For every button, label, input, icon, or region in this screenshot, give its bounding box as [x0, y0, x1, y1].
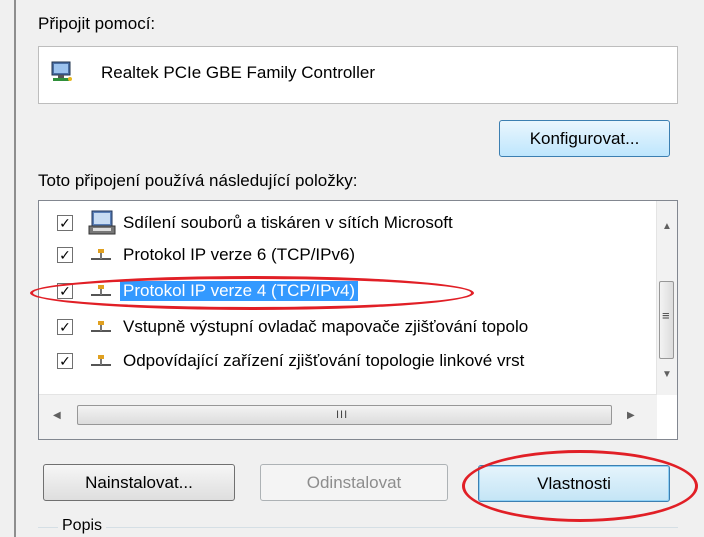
item-checkbox[interactable]: ✓	[57, 283, 73, 299]
item-label: Odpovídající zařízení zjišťování topolog…	[123, 351, 525, 370]
item-checkbox[interactable]: ✓	[57, 353, 73, 369]
network-protocol-icon	[91, 249, 111, 260]
list-item[interactable]: ✓ Vstupně výstupní ovladač mapovače zjiš…	[39, 311, 659, 343]
list-item-selected[interactable]: ✓ Protokol IP verze 4 (TCP/IPv4)	[39, 275, 659, 307]
network-adapter-icon	[51, 61, 72, 81]
uninstall-button[interactable]: Odinstalovat	[260, 464, 448, 501]
connect-using-label: Připojit pomocí:	[38, 14, 156, 33]
items-label: Toto připojení používá následující polož…	[38, 171, 358, 190]
item-label: Protokol IP verze 6 (TCP/IPv6)	[123, 245, 356, 264]
item-checkbox[interactable]: ✓	[57, 215, 73, 231]
description-group-label: Popis	[58, 517, 107, 535]
configure-button[interactable]: Konfigurovat...	[499, 120, 670, 157]
file-printer-sharing-icon	[88, 210, 116, 235]
scroll-grip-icon: ≡	[662, 308, 671, 323]
list-item[interactable]: ✓ Odpovídající zařízení zjišťování topol…	[39, 345, 659, 377]
vertical-scroll-thumb[interactable]: ≡	[659, 281, 674, 359]
items-list[interactable]: ✓ Sdílení souborů a tiskáren v sítích Mi…	[38, 200, 678, 440]
network-protocol-icon	[91, 321, 111, 332]
network-protocol-icon	[91, 285, 111, 296]
item-checkbox[interactable]: ✓	[57, 247, 73, 263]
description-group-border	[38, 527, 678, 528]
scroll-up-icon[interactable]: ▲	[662, 221, 672, 232]
adapter-name: Realtek PCIe GBE Family Controller	[101, 63, 375, 82]
scroll-down-icon[interactable]: ▼	[662, 369, 672, 380]
adapter-box: Realtek PCIe GBE Family Controller	[38, 46, 678, 104]
item-checkbox[interactable]: ✓	[57, 319, 73, 335]
scroll-left-icon[interactable]: ◀	[53, 410, 61, 421]
item-label: Vstupně výstupní ovladač mapovače zjišťo…	[123, 317, 529, 336]
properties-button[interactable]: Vlastnosti	[478, 465, 670, 502]
item-label: Protokol IP verze 4 (TCP/IPv4)	[120, 281, 359, 301]
list-item[interactable]: ✓ Protokol IP verze 6 (TCP/IPv6)	[39, 239, 659, 271]
scroll-right-icon[interactable]: ▶	[627, 410, 635, 421]
vertical-scrollbar[interactable]: ▲ ≡ ▼	[656, 201, 677, 395]
dialog-left-edge	[14, 0, 16, 537]
network-protocol-icon	[91, 355, 111, 366]
item-label: Sdílení souborů a tiskáren v sítích Micr…	[123, 213, 453, 232]
list-item[interactable]: ✓ Sdílení souborů a tiskáren v sítích Mi…	[39, 207, 659, 239]
scroll-grip-label: III	[336, 409, 349, 421]
horizontal-scrollbar[interactable]: ◀ III ▶	[39, 394, 657, 439]
horizontal-scroll-thumb[interactable]: III	[77, 405, 612, 425]
install-button[interactable]: Nainstalovat...	[43, 464, 235, 501]
